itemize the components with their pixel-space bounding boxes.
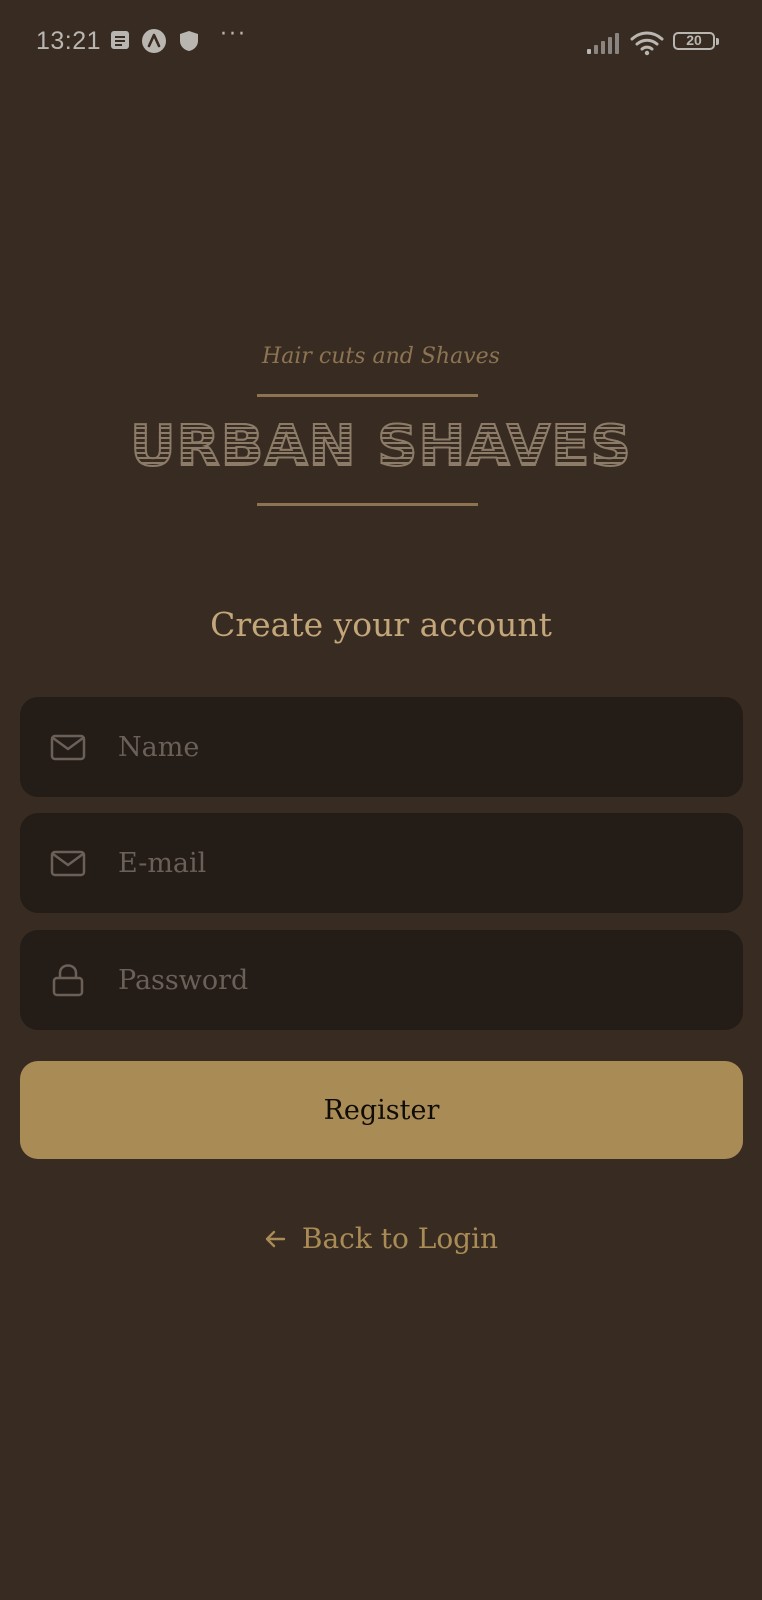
brand-logo: Hair cuts and Shaves URBAN SHAVES	[0, 340, 762, 520]
logo-divider-bottom	[257, 503, 478, 506]
register-button[interactable]: Register	[20, 1061, 743, 1159]
page-title: Create your account	[210, 605, 552, 644]
name-input[interactable]	[118, 697, 718, 797]
lock-icon	[50, 962, 86, 998]
more-dots-icon: ···	[220, 22, 247, 47]
shield-icon	[179, 30, 199, 56]
name-field[interactable]	[20, 697, 743, 797]
back-to-login-link[interactable]: Back to Login	[0, 1222, 762, 1257]
password-input[interactable]	[118, 930, 718, 1030]
notes-icon	[110, 30, 130, 54]
arrow-left-icon	[264, 1224, 286, 1257]
back-to-login-label: Back to Login	[301, 1222, 499, 1255]
status-time: 13:21	[36, 27, 102, 55]
logo-title: URBAN SHAVES	[0, 413, 762, 480]
email-input[interactable]	[118, 813, 718, 913]
signal-icon	[587, 32, 621, 58]
battery-level: 20	[686, 32, 702, 48]
mail-icon	[50, 729, 86, 765]
navigation-icon	[142, 29, 166, 57]
logo-divider-top	[257, 394, 478, 397]
password-field[interactable]	[20, 930, 743, 1030]
status-bar: 13:21 ··· 20	[0, 0, 762, 88]
battery-icon: 20	[673, 32, 719, 50]
mail-icon	[50, 845, 86, 881]
logo-tagline: Hair cuts and Shaves	[262, 344, 500, 369]
email-field[interactable]	[20, 813, 743, 913]
wifi-icon	[630, 30, 664, 60]
